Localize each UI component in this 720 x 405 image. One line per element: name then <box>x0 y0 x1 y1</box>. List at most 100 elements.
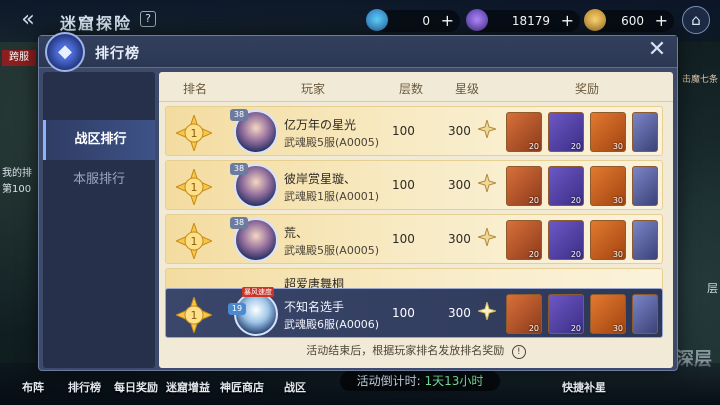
my-rank-note: 我的排 <box>2 168 32 179</box>
col-rank: 排名 <box>183 82 208 96</box>
player-name: 不知名选手 <box>284 300 345 314</box>
modal-header: ◆ 排行榜 ✕ <box>39 32 677 72</box>
reward-item-card[interactable]: 20 <box>506 294 542 334</box>
player-name: 彼岸赏星璇、 <box>284 172 357 186</box>
svg-text:1: 1 <box>191 181 198 194</box>
reward-item-medal[interactable]: 20 <box>548 220 584 260</box>
reward-item-medal[interactable]: 20 <box>548 166 584 206</box>
help-button[interactable]: ? <box>140 11 156 27</box>
rank-medal-icon: 1 <box>176 223 212 259</box>
nav-war-zone[interactable]: 战区 <box>284 379 306 395</box>
gem-icon <box>366 9 388 31</box>
col-reward: 奖励 <box>575 82 600 96</box>
reward-item-crystal[interactable] <box>632 294 658 334</box>
ticket-value: 600 <box>621 14 644 28</box>
player-server: 武魂殿1服(A0001) <box>284 190 380 203</box>
event-countdown: 活动倒计时: 1天13小时 <box>340 371 500 391</box>
countdown-label: 活动倒计时: <box>356 374 421 388</box>
reward-item-crystal[interactable] <box>632 112 658 152</box>
leaderboard-tabs: 战区排行 本服排行 <box>43 72 155 368</box>
star-value: 300 <box>448 178 471 192</box>
reward-item-book[interactable]: 30 <box>590 294 626 334</box>
home-icon[interactable]: ⌂ <box>682 6 710 34</box>
avatar-title-badge: 暴风速度 <box>242 287 274 297</box>
reward-item-crystal[interactable] <box>632 220 658 260</box>
rank-medal-icon: 1 <box>176 297 212 333</box>
resource-ticket: 600 + <box>584 9 674 32</box>
player-name: 亿万年の星光 <box>284 118 357 132</box>
my-rank-note-2: 第100 <box>2 184 32 195</box>
player-server: 武魂殿6服(A0006) <box>284 318 380 331</box>
rank-medal-icon: 1 <box>176 115 212 151</box>
table-row[interactable]: 1 38 彼岸赏星璇、 武魂殿1服(A0001) 100 300 20 20 3… <box>165 160 663 210</box>
player-name: 荒、 <box>284 226 309 240</box>
gem-value: 0 <box>422 14 430 28</box>
star-value: 300 <box>448 124 471 138</box>
svg-text:1: 1 <box>191 127 198 140</box>
reward-item-medal[interactable]: 20 <box>548 112 584 152</box>
avatar-level-badge: 38 <box>230 217 248 229</box>
leaderboard-panel: 排名 玩家 层数 星级 奖励 1 38 亿万年の星光 武魂殿5服(A0005) … <box>159 72 673 368</box>
modal-title: 排行榜 <box>95 46 140 62</box>
avatar-level-badge: 19 <box>228 303 246 315</box>
footer-note: 活动结束后，根据玩家排名发放排名奖励 ! <box>159 342 673 359</box>
avatar-level-badge: 38 <box>230 109 248 121</box>
tab-server-rank[interactable]: 本服排行 <box>43 160 155 200</box>
star-sparkle-icon <box>478 174 496 192</box>
nav-quick-star[interactable]: 快捷补星 <box>562 379 606 395</box>
reward-item-book[interactable]: 30 <box>590 166 626 206</box>
nav-daily-reward[interactable]: 每日奖励 <box>114 379 158 395</box>
info-icon[interactable]: ! <box>511 345 526 359</box>
svg-text:1: 1 <box>191 235 198 248</box>
close-icon[interactable]: ✕ <box>645 38 669 62</box>
floor-value: 100 <box>392 178 415 192</box>
col-star: 星级 <box>455 82 480 96</box>
table-row[interactable]: 1 38 亿万年の星光 武魂殿5服(A0005) 100 300 20 20 3… <box>165 106 663 156</box>
floor-value: 100 <box>392 124 415 138</box>
leaderboard-badge-icon: ◆ <box>45 32 85 72</box>
crystal-value: 18179 <box>511 14 550 28</box>
crystal-icon <box>466 9 488 31</box>
stage-tag: 击魔七条 <box>681 75 718 85</box>
col-player: 玩家 <box>301 82 326 96</box>
avatar-level-badge: 38 <box>230 163 248 175</box>
resource-gem: 0 + <box>366 9 460 32</box>
table-row[interactable]: 1 38 荒、 武魂殿5服(A0005) 100 300 20 20 30 <box>165 214 663 264</box>
add-ticket-button[interactable]: + <box>655 10 668 32</box>
reward-item-card[interactable]: 20 <box>506 112 542 152</box>
nav-cave-buff[interactable]: 迷窟增益 <box>166 379 210 395</box>
floor-value: 100 <box>392 306 415 320</box>
reward-item-card[interactable]: 20 <box>506 220 542 260</box>
star-sparkle-icon <box>478 120 496 138</box>
countdown-value: 1天13小时 <box>424 374 484 388</box>
player-server: 武魂殿5服(A0005) <box>284 136 380 149</box>
rank-medal-icon: 1 <box>176 169 212 205</box>
star-sparkle-icon <box>478 228 496 246</box>
footer-text: 活动结束后，根据玩家排名发放排名奖励 <box>306 344 505 357</box>
floor-side-label: 层 <box>707 282 718 295</box>
table-header: 排名 玩家 层数 星级 奖励 <box>159 72 673 102</box>
star-value: 300 <box>448 306 471 320</box>
cross-server-tag[interactable]: 跨服 <box>2 50 36 66</box>
star-sparkle-icon <box>478 302 496 320</box>
my-rank-row[interactable]: 1 19 暴风速度 不知名选手 武魂殿6服(A0006) 100 300 20 … <box>165 287 663 338</box>
ticket-icon <box>584 9 606 31</box>
reward-item-medal[interactable]: 20 <box>548 294 584 334</box>
resource-crystal: 18179 + <box>466 9 580 32</box>
reward-item-card[interactable]: 20 <box>506 166 542 206</box>
player-server: 武魂殿5服(A0005) <box>284 244 380 257</box>
leaderboard-modal: ◆ 排行榜 ✕ 战区排行 本服排行 排名 玩家 层数 星级 奖励 1 38 亿万… <box>38 32 678 371</box>
svg-text:1: 1 <box>191 309 198 322</box>
page-title: 迷窟探险 <box>60 14 133 33</box>
nav-smith-shop[interactable]: 神匠商店 <box>220 379 264 395</box>
add-gem-button[interactable]: + <box>441 10 454 32</box>
nav-leaderboard[interactable]: 排行榜 <box>68 379 101 395</box>
nav-formation[interactable]: 布阵 <box>22 379 44 395</box>
floor-value: 100 <box>392 232 415 246</box>
reward-item-book[interactable]: 30 <box>590 220 626 260</box>
tab-war-zone-rank[interactable]: 战区排行 <box>43 120 155 160</box>
reward-item-book[interactable]: 30 <box>590 112 626 152</box>
back-arrow-icon[interactable]: « <box>8 6 48 34</box>
add-crystal-button[interactable]: + <box>561 10 574 32</box>
reward-item-crystal[interactable] <box>632 166 658 206</box>
